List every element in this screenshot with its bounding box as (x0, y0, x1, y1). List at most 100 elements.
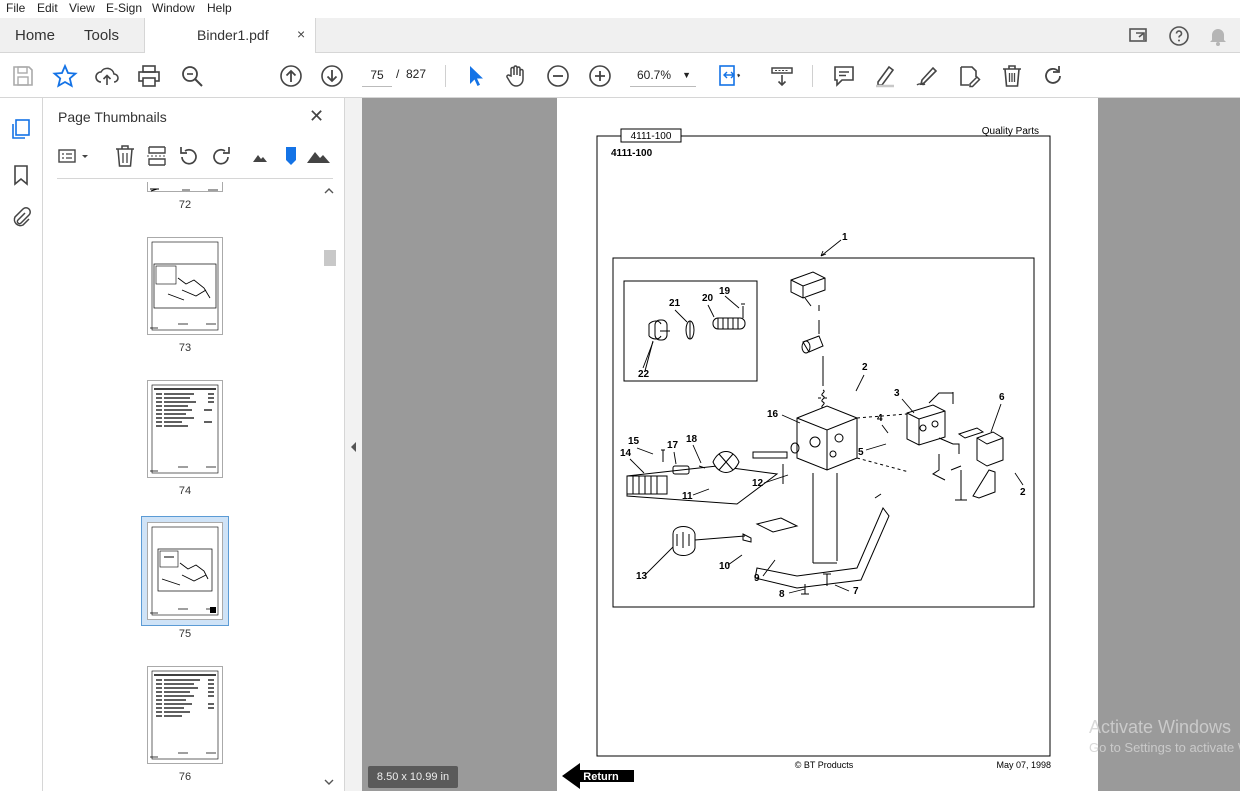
activation-watermark-title: Activate Windows (1089, 717, 1232, 737)
bookmark-star-icon[interactable] (52, 63, 78, 89)
callout-20: 20 (702, 293, 714, 304)
pdf-page: 4111-100 4111-100 Quality Parts 1 2 3 4 … (557, 98, 1098, 791)
menu-bar: File Edit View E-Sign Window Help (0, 0, 1240, 18)
zoom-level-value: 60.7% (637, 68, 672, 82)
callout-6: 6 (999, 392, 1005, 403)
fit-page-icon[interactable] (716, 63, 742, 89)
panel-splitter[interactable] (345, 98, 362, 791)
doc-code-heading: 4111-100 (611, 148, 653, 159)
left-navigation-rail (0, 98, 43, 791)
delete-page-icon[interactable] (113, 144, 137, 168)
doc-code-tab: 4111-100 (631, 131, 672, 142)
thumbnail-page-76[interactable] (147, 666, 223, 764)
thumbnail-label: 73 (178, 342, 192, 354)
brand-label: Quality Parts (982, 126, 1039, 137)
thumbnail-size-small-icon[interactable] (249, 144, 273, 168)
main-toolbar: 75 / 827 60.7% ▼ (0, 53, 1240, 98)
find-zoom-icon[interactable] (179, 63, 205, 89)
menu-edit[interactable]: Edit (37, 1, 58, 15)
share-screen-icon[interactable] (1127, 24, 1151, 48)
rotate-counterclockwise-icon[interactable] (177, 144, 201, 168)
highlight-pen-icon[interactable] (872, 63, 898, 89)
menu-window[interactable]: Window (152, 1, 195, 15)
scrollbar-thumb[interactable] (324, 250, 336, 266)
attachments-paperclip-icon[interactable] (10, 206, 32, 228)
page-number-input[interactable]: 75 (362, 63, 392, 87)
page-separator: / (396, 67, 400, 81)
callout-16: 16 (767, 409, 779, 420)
inset-parts (644, 303, 746, 372)
page-size-badge: 8.50 x 10.99 in (368, 766, 458, 788)
fill-sign-icon[interactable] (956, 63, 982, 89)
tab-close-icon[interactable]: × (297, 26, 305, 42)
scroll-mode-icon[interactable] (769, 63, 795, 89)
thumbnail-page-75[interactable] (147, 522, 223, 620)
callout-18: 18 (686, 434, 698, 445)
page-thumbnails-panel: Page Thumbnails ✕ 72 73 74 75 76 (43, 98, 345, 791)
tab-bar: Home Tools Binder1.pdf × (0, 18, 1240, 53)
thumbnail-size-large-icon[interactable] (305, 144, 333, 168)
save-icon[interactable] (10, 63, 36, 89)
return-button[interactable]: Return (562, 763, 634, 789)
tab-home[interactable]: Home (15, 27, 55, 44)
callout-15: 15 (628, 436, 640, 447)
help-icon[interactable] (1167, 24, 1191, 48)
zoom-in-icon[interactable] (587, 63, 613, 89)
zoom-level-select[interactable]: 60.7% ▼ (630, 63, 696, 87)
thumbnail-label: 75 (178, 628, 192, 640)
menu-esign[interactable]: E-Sign (106, 1, 142, 15)
redo-rotate-icon[interactable] (1040, 63, 1066, 89)
next-page-icon[interactable] (319, 63, 345, 89)
tab-document[interactable]: Binder1.pdf × (144, 18, 316, 53)
panel-divider (57, 178, 333, 179)
delete-trash-icon[interactable] (999, 63, 1025, 89)
thumbnail-size-slider-icon[interactable] (279, 144, 303, 168)
return-button-label: Return (583, 771, 619, 783)
toolbar-divider (445, 65, 446, 87)
callout-4: 4 (877, 413, 883, 424)
callout-3: 3 (894, 388, 900, 399)
menu-view[interactable]: View (69, 1, 95, 15)
upload-cloud-icon[interactable] (94, 63, 120, 89)
callout-14: 14 (620, 448, 632, 459)
menu-file[interactable]: File (6, 1, 25, 15)
previous-page-icon[interactable] (278, 63, 304, 89)
footer-date: May 07, 1998 (996, 760, 1051, 770)
callout-22: 22 (638, 369, 650, 380)
activation-watermark-subtitle: Go to Settings to activate Windows. (1089, 740, 1240, 755)
hand-tool-icon[interactable] (503, 63, 529, 89)
notification-bell-icon[interactable] (1206, 24, 1230, 48)
rotate-clockwise-icon[interactable] (209, 144, 233, 168)
callout-2: 2 (862, 362, 868, 373)
thumbnail-label: 74 (178, 485, 192, 497)
callout-1: 1 (842, 232, 848, 243)
thumbnail-page-72[interactable] (147, 182, 223, 192)
bookmarks-icon[interactable] (10, 164, 32, 186)
panel-close-icon[interactable]: ✕ (309, 106, 324, 127)
callout-5: 5 (858, 447, 864, 458)
thumbnail-page-73[interactable] (147, 237, 223, 335)
thumbnail-page-74[interactable] (147, 380, 223, 478)
draw-freehand-icon[interactable] (914, 63, 940, 89)
page-drawing: 4111-100 4111-100 Quality Parts 1 2 3 4 … (562, 126, 1051, 789)
extract-pages-icon[interactable] (145, 144, 169, 168)
tab-tools[interactable]: Tools (84, 27, 119, 44)
callout-11: 11 (682, 491, 693, 502)
callout-13: 13 (636, 571, 648, 582)
callout-10: 10 (719, 561, 731, 572)
select-cursor-icon[interactable] (462, 63, 488, 89)
zoom-out-icon[interactable] (545, 63, 571, 89)
callout-17: 17 (667, 440, 679, 451)
main-assembly (626, 271, 1004, 595)
callout-19: 19 (719, 286, 731, 297)
chevron-down-icon: ▼ (682, 70, 691, 80)
callout-7: 7 (853, 586, 859, 597)
thumbnail-scrollbar[interactable] (322, 183, 336, 788)
page-thumbnails-icon[interactable] (10, 118, 32, 140)
comment-icon[interactable] (831, 63, 857, 89)
thumbnail-options-icon[interactable] (57, 144, 91, 168)
thumbnail-label: 72 (178, 199, 192, 211)
menu-help[interactable]: Help (207, 1, 232, 15)
panel-title: Page Thumbnails (58, 109, 167, 125)
print-icon[interactable] (136, 63, 162, 89)
